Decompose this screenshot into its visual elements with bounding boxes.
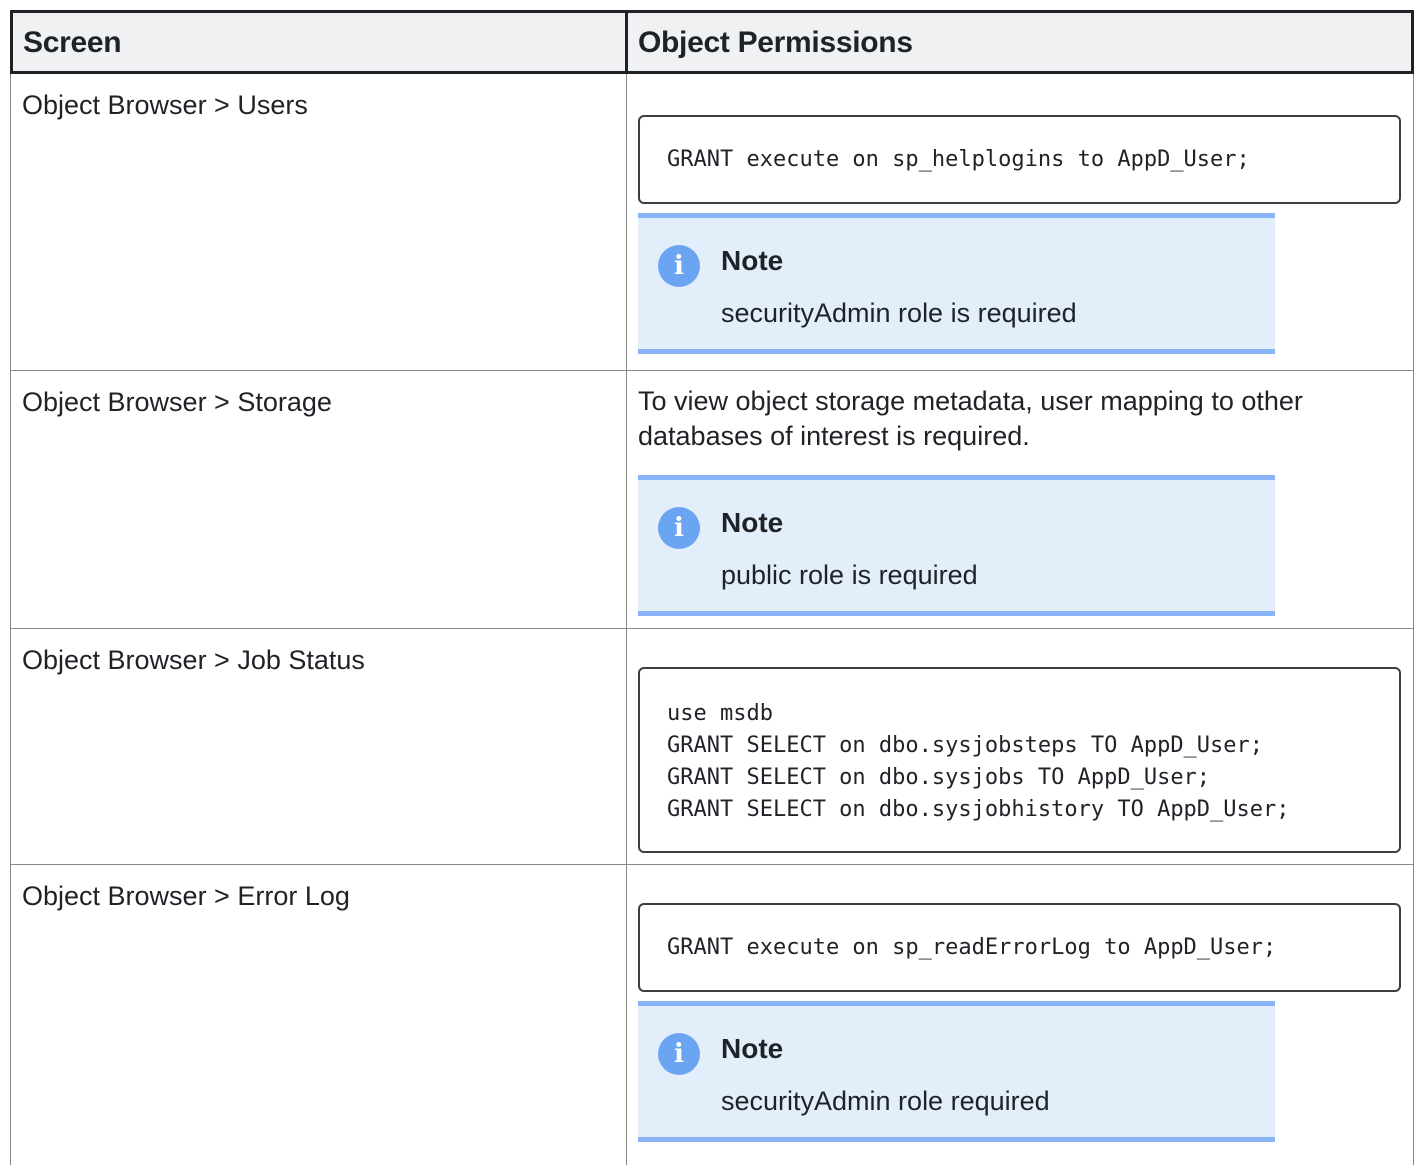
info-icon: i (658, 245, 700, 287)
code-block: use msdb GRANT SELECT on dbo.sysjobsteps… (638, 667, 1401, 853)
table-row: Object Browser > Users GRANT execute on … (11, 74, 1413, 371)
header-object-permissions: Object Permissions (638, 26, 913, 59)
table-row: Object Browser > Storage To view object … (11, 371, 1413, 629)
permissions-table: Screen Object Permissions Object Browser… (10, 10, 1414, 1165)
code-block: GRANT execute on sp_helplogins to AppD_U… (638, 115, 1401, 204)
note-title: Note (721, 507, 784, 538)
screen-cell: Object Browser > Users (11, 74, 627, 370)
screen-cell: Object Browser > Storage (11, 371, 627, 628)
permissions-cell: use msdb GRANT SELECT on dbo.sysjobsteps… (627, 629, 1413, 864)
info-icon: i (658, 507, 700, 549)
note-callout: i Note securityAdmin role is required (638, 213, 1275, 354)
permissions-cell: To view object storage metadata, user ma… (627, 371, 1413, 628)
note-text: securityAdmin role required (721, 1086, 1050, 1116)
permissions-cell: GRANT execute on sp_helplogins to AppD_U… (627, 74, 1413, 370)
table-row: Object Browser > Error Log GRANT execute… (11, 865, 1413, 1165)
header-screen: Screen (13, 13, 628, 71)
note-callout: i Note public role is required (638, 475, 1275, 616)
info-icon: i (658, 1033, 700, 1075)
note-title: Note (721, 1033, 784, 1064)
table-header: Screen Object Permissions (10, 10, 1414, 74)
screen-cell: Object Browser > Job Status (11, 629, 627, 864)
note-text: public role is required (721, 560, 978, 590)
note-callout: i Note securityAdmin role required (638, 1001, 1275, 1142)
permissions-cell: GRANT execute on sp_readErrorLog to AppD… (627, 865, 1413, 1165)
permissions-text: To view object storage metadata, user ma… (638, 386, 1303, 451)
code-block: GRANT execute on sp_readErrorLog to AppD… (638, 903, 1401, 992)
screen-cell: Object Browser > Error Log (11, 865, 627, 1165)
table-row: Object Browser > Job Status use msdb GRA… (11, 629, 1413, 865)
note-title: Note (721, 245, 784, 276)
note-text: securityAdmin role is required (721, 298, 1077, 328)
